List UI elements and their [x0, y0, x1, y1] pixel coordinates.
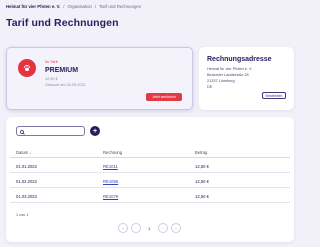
- invoice-link[interactable]: RE1056: [103, 179, 118, 184]
- cell-date: 01.03.2022: [16, 194, 37, 199]
- sort-arrow-icon: ↓: [29, 150, 32, 155]
- invoice-link[interactable]: RE1079: [103, 194, 118, 199]
- prev-page-button[interactable]: ‹: [131, 223, 141, 233]
- breadcrumb-separator: /: [94, 4, 97, 9]
- double-chevron-right-icon: »: [174, 225, 178, 231]
- plan-price: 12,50 €: [45, 77, 58, 81]
- table-row: 01.03.2022 RE1079 12,50 €: [10, 188, 290, 203]
- breadcrumb-item-current: Tarif und Rechnungen: [99, 4, 142, 9]
- chevron-left-icon: ‹: [135, 225, 137, 231]
- breadcrumb-item-organisation[interactable]: Organisation: [68, 4, 92, 9]
- address-line-name: Heimat für vier Pfoten e. V.: [207, 67, 253, 71]
- search-input[interactable]: [27, 127, 84, 135]
- breadcrumb-separator: /: [63, 4, 65, 9]
- invoice-link[interactable]: RE1011: [103, 164, 118, 169]
- address-line-city: 21337 Lüneburg: [207, 79, 235, 83]
- current-page: 1: [148, 226, 151, 231]
- search-icon: [20, 122, 25, 140]
- breadcrumb: Heimat für vier Pfoten e. V. / Organisat…: [6, 4, 141, 9]
- paw-icon: [18, 59, 36, 77]
- column-header-invoice: Rechnung: [103, 150, 123, 155]
- column-header-amount: Betrag: [195, 150, 208, 155]
- first-page-button[interactable]: «: [118, 223, 128, 233]
- billing-address-title: Rechnungsadresse: [207, 56, 272, 63]
- table-row: 01.01.2022 RE1011 12,50 €: [10, 158, 290, 173]
- cell-amount: 12,50 €: [195, 164, 209, 169]
- address-line-street: Beckeder Landstraße 28: [207, 73, 249, 77]
- invoice-table-card: + Datum ↓ Rechnung Betrag 01.01.2022 RE1…: [6, 117, 294, 242]
- plan-booked-date: Gebucht am 01.09.2021: [45, 83, 86, 87]
- double-chevron-left-icon: «: [121, 225, 125, 231]
- next-page-button[interactable]: ›: [158, 223, 168, 233]
- plan-name: PREMIUM: [45, 67, 79, 74]
- cell-amount: 12,50 €: [195, 179, 209, 184]
- last-page-button[interactable]: »: [171, 223, 181, 233]
- plan-card: Ihr Tarif PREMIUM 12,50 € Gebucht am 01.…: [6, 47, 193, 110]
- edit-address-button[interactable]: Bearbeiten: [262, 92, 286, 99]
- cell-date: 01.02.2022: [16, 179, 37, 184]
- search-field[interactable]: [16, 126, 85, 136]
- result-count: 1 von 1: [16, 213, 29, 217]
- breadcrumb-item-organization-name[interactable]: Heimat für vier Pfoten e. V.: [6, 4, 60, 9]
- plan-label: Ihr Tarif: [45, 60, 58, 64]
- plus-icon: +: [92, 127, 98, 135]
- change-plan-button[interactable]: Jetzt wechseln: [146, 93, 182, 101]
- pagination: « ‹ 1 › »: [6, 223, 294, 233]
- cell-date: 01.01.2022: [16, 164, 37, 169]
- billing-address-card: Rechnungsadresse Heimat für vier Pfoten …: [199, 47, 294, 110]
- address-line-country: DE: [207, 85, 213, 89]
- column-header-date[interactable]: Datum ↓: [16, 150, 32, 155]
- table-row: 01.02.2022 RE1056 12,50 €: [10, 173, 290, 188]
- cell-amount: 12,50 €: [195, 194, 209, 199]
- add-button[interactable]: +: [90, 126, 100, 136]
- chevron-right-icon: ›: [162, 225, 164, 231]
- page-title: Tarif und Rechnungen: [6, 17, 119, 29]
